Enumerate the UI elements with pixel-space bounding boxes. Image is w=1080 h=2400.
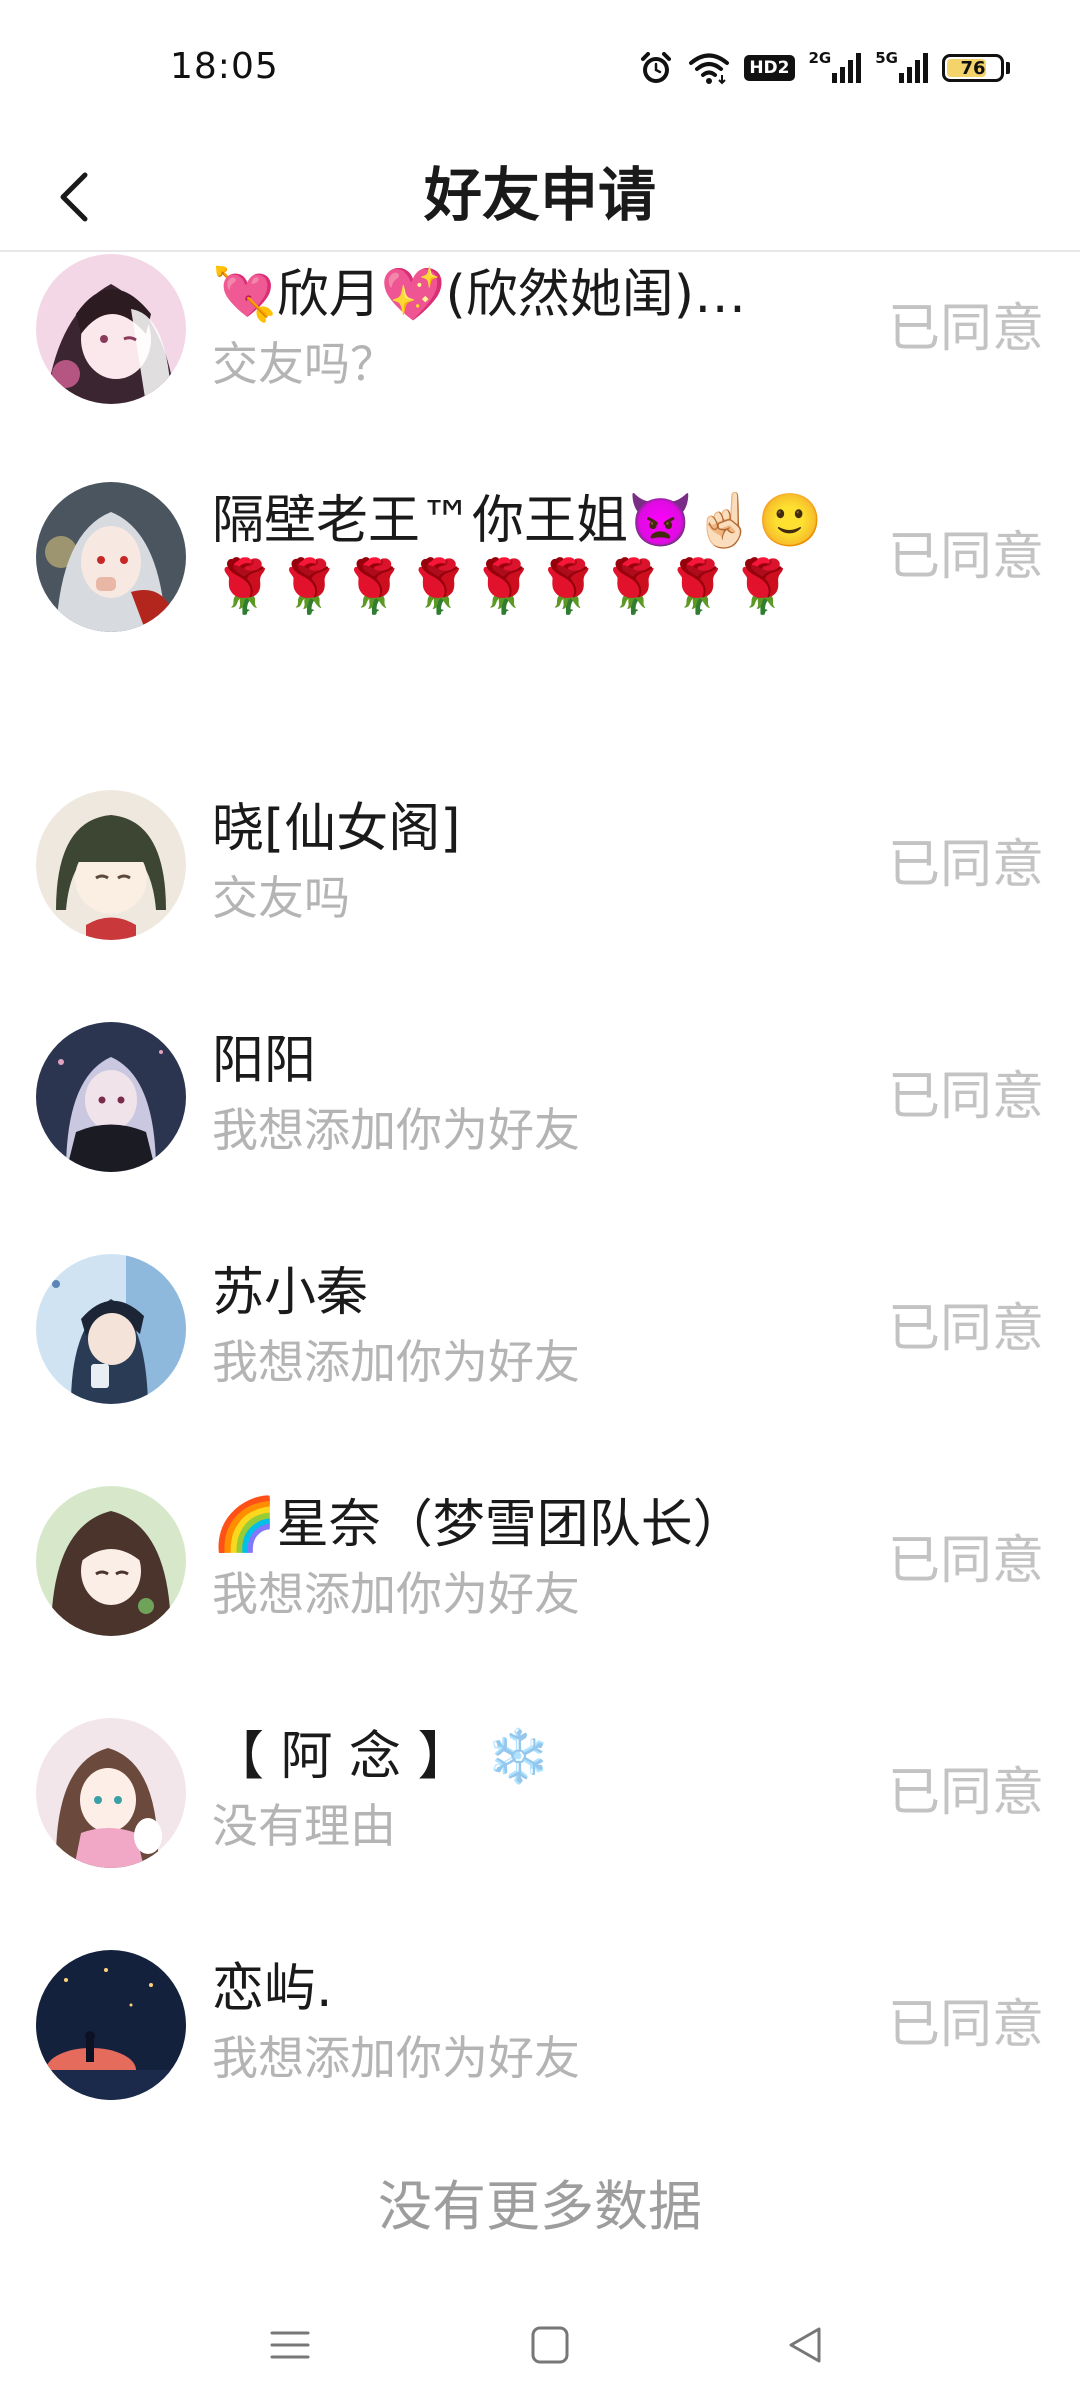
friend-request-item[interactable]: 【 阿 念 】 ❄️ 没有理由 已同意 [0,1718,1080,1878]
request-status: 已同意 [887,1531,1044,1591]
avatar[interactable] [36,482,186,632]
avatar[interactable] [36,1950,186,2100]
friend-request-item[interactable]: 恋屿. 我想添加你为好友 已同意 [0,1950,1080,2110]
friend-request-item[interactable]: 苏小秦 我想添加你为好友 已同意 [0,1254,1080,1414]
avatar[interactable] [36,1254,186,1404]
friend-request-item[interactable]: 晓[仙女阁] 交友吗 已同意 [0,790,1080,950]
friend-request-item[interactable]: 隔壁老王™你王姐👿☝🏻🙂🌹🌹🌹🌹🌹🌹🌹🌹🌹 已同意 [0,482,1080,732]
avatar[interactable] [36,1022,186,1172]
avatar[interactable] [36,254,186,404]
hd-icon: HD2 [744,48,795,88]
friend-request-list[interactable]: 💘欣月💖(欣然她闺)… 交友吗？ 已同意 隔壁老王™你王姐👿☝🏻🙂🌹🌹🌹🌹🌹🌹🌹… [0,252,1080,2132]
request-name: 隔壁老王™你王姐👿☝🏻🙂🌹🌹🌹🌹🌹🌹🌹🌹🌹 [212,491,823,617]
request-message: 我想添加你为好友 [212,1567,580,1621]
request-name: 恋屿. [212,1959,333,2019]
request-status: 已同意 [887,835,1044,895]
page-title: 好友申请 [423,161,656,229]
request-message: 我想添加你为好友 [212,1103,580,1157]
request-name: 苏小秦 [212,1263,369,1323]
friend-request-item[interactable]: 阳阳 我想添加你为好友 已同意 [0,1022,1080,1182]
request-status: 已同意 [887,1067,1044,1127]
back-triangle-icon [789,2327,821,2363]
request-message: 交友吗？ [212,337,396,391]
request-message: 交友吗 [212,871,350,925]
request-name: 阳阳 [212,1031,317,1091]
home-square-icon [531,2326,569,2364]
request-status: 已同意 [887,1763,1044,1823]
signal-5g-icon: 5G [875,48,928,88]
status-bar: 18:05 HD2 2G 5G 76 [0,0,1080,140]
wifi-icon [688,48,730,88]
menu-icon [270,2331,310,2359]
battery: 76 [942,54,1004,82]
alarm-icon [638,48,674,88]
avatar[interactable] [36,1718,186,1868]
status-icons: HD2 2G 5G 76 [638,48,1010,88]
request-status: 已同意 [887,1995,1044,2055]
signal-2g-icon: 2G [809,48,862,88]
request-name: 晓[仙女阁] [212,799,461,859]
request-message: 我想添加你为好友 [212,2031,580,2085]
avatar[interactable] [36,1486,186,1636]
request-name: 🌈星奈（梦雪团队长） [212,1495,745,1555]
request-status: 已同意 [887,299,1044,359]
menu-button[interactable] [255,2310,325,2380]
friend-request-item[interactable]: 💘欣月💖(欣然她闺)… 交友吗？ 已同意 [0,252,1080,412]
request-status: 已同意 [887,527,1044,587]
header: 好友申请 [0,140,1080,252]
no-more-data-text: 没有更多数据 [378,2175,702,2238]
status-time: 18:05 [170,46,279,87]
request-message: 我想添加你为好友 [212,1335,580,1389]
friend-request-item[interactable]: 🌈星奈（梦雪团队长） 我想添加你为好友 已同意 [0,1486,1080,1646]
battery-icon: 76 [942,48,1010,88]
home-button[interactable] [515,2310,585,2380]
battery-tip [1006,62,1010,74]
system-nav-bar [0,2290,1080,2400]
system-back-button[interactable] [770,2310,840,2380]
request-message: 没有理由 [212,1799,396,1853]
avatar[interactable] [36,790,186,940]
request-name: 💘欣月💖(欣然她闺)… [212,265,747,325]
request-status: 已同意 [887,1299,1044,1359]
request-name: 【 阿 念 】 ❄️ [212,1727,551,1787]
